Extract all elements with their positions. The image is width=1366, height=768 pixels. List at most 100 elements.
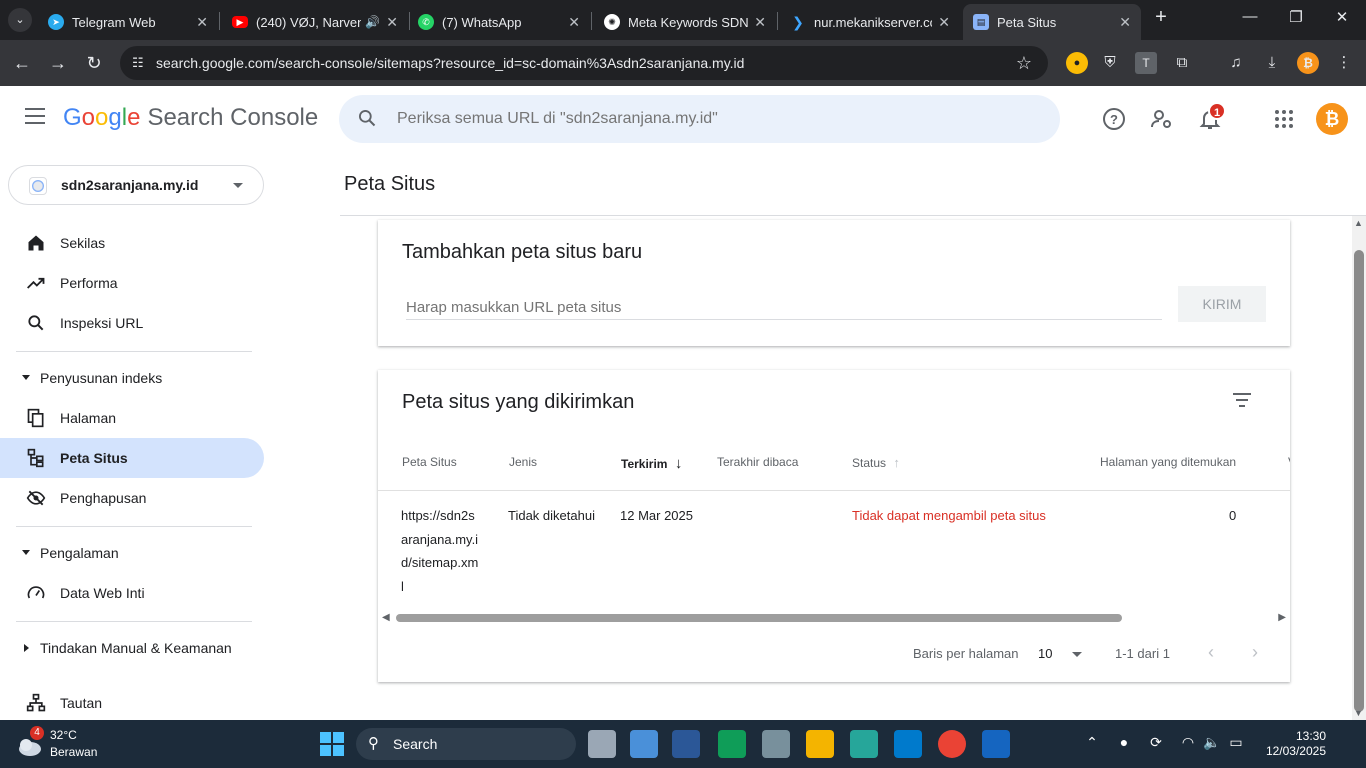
address-bar[interactable]: ☷ search.google.com/search-console/sitem… — [120, 46, 1048, 80]
sidebar-section-experience[interactable]: Pengalaman — [0, 533, 264, 573]
power-automate-icon[interactable] — [718, 730, 746, 758]
scrollbar-thumb[interactable] — [396, 614, 1122, 622]
property-selector[interactable]: sdn2saranjana.my.id — [8, 165, 264, 205]
whatsapp-icon: ✆ — [418, 14, 434, 30]
sidebar-section-indexing[interactable]: Penyusunan indeks — [0, 358, 264, 398]
rows-per-page-label: Baris per halaman — [913, 646, 1019, 661]
bookmark-star-icon[interactable]: ☆ — [1016, 53, 1032, 74]
file-explorer-icon[interactable] — [806, 730, 834, 758]
volume-icon[interactable]: 🔈 — [1202, 734, 1222, 751]
sidebar-item-url-inspection[interactable]: Inspeksi URL — [0, 303, 264, 343]
previous-page-icon[interactable]: ‹ — [1208, 642, 1214, 663]
control-panel-icon[interactable] — [630, 730, 658, 758]
close-window-icon[interactable]: ✕ — [1330, 8, 1354, 26]
scroll-up-icon[interactable]: ▲ — [1354, 218, 1363, 228]
page-title: Peta Situs — [344, 173, 436, 195]
back-icon[interactable]: ← — [11, 52, 33, 74]
submitted-date-cell: 12 Mar 2025 — [620, 508, 693, 523]
close-icon[interactable]: ✕ — [938, 14, 950, 31]
task-view-icon[interactable] — [588, 730, 616, 758]
network-tool-icon[interactable] — [762, 730, 790, 758]
new-tab-icon[interactable]: + — [1149, 6, 1173, 29]
reload-icon[interactable]: ↻ — [83, 52, 105, 74]
search-input[interactable] — [397, 110, 997, 128]
app-tray-icon[interactable]: ● — [1114, 734, 1134, 750]
column-header-submitted[interactable]: Terkirim ↓ — [621, 455, 682, 472]
column-header-sitemap[interactable]: Peta Situs — [402, 455, 457, 469]
url-inspection-search[interactable] — [339, 95, 1060, 143]
column-header-pages-found[interactable]: Halaman yang ditemukan — [1100, 455, 1236, 469]
sidebar-section-security[interactable]: Tindakan Manual & Keamanan — [0, 628, 264, 668]
download-icon[interactable]: ⤓ — [1261, 52, 1283, 74]
minimize-icon[interactable]: — — [1238, 8, 1262, 25]
sidebar-item-sitemaps[interactable]: Peta Situs — [0, 438, 264, 478]
vertical-scrollbar[interactable]: ▲ ▼ — [1352, 216, 1366, 720]
battery-icon[interactable]: ▭ — [1226, 734, 1246, 751]
speaker-icon[interactable]: 🔊 — [365, 15, 380, 29]
windows-start-icon[interactable] — [318, 730, 346, 758]
remote-desktop-icon[interactable] — [982, 730, 1010, 758]
media-control-icon[interactable]: ♫ — [1225, 52, 1247, 74]
user-settings-icon[interactable] — [1150, 107, 1174, 131]
search-console-logo[interactable]: Google Search Console — [63, 104, 318, 132]
scroll-down-icon[interactable]: ▼ — [1354, 708, 1363, 718]
next-page-icon[interactable]: › — [1252, 642, 1258, 663]
page-range: 1-1 dari 1 — [1115, 646, 1170, 661]
column-header-status[interactable]: Status ↑ — [852, 455, 900, 470]
site-settings-icon[interactable]: ☷ — [132, 55, 148, 71]
close-icon[interactable]: ✕ — [754, 14, 766, 31]
account-avatar[interactable]: ₿ — [1316, 103, 1348, 135]
browser-toolbar: ← → ↻ ☷ search.google.com/search-console… — [0, 40, 1366, 86]
tab-whatsapp[interactable]: ✆ (7) WhatsApp ✕ — [408, 4, 590, 40]
sitemap-url-cell[interactable]: https://sdn2s aranjana.my.i d/sitemap.xm… — [401, 504, 485, 598]
tab-mekanikserver[interactable]: ❯ nur.mekanikserver.com ✕ — [780, 4, 960, 40]
extension-1-icon[interactable]: ● — [1066, 52, 1088, 74]
apps-grid-icon[interactable] — [1272, 107, 1296, 131]
horizontal-scrollbar[interactable]: ◀ ▶ — [378, 610, 1290, 626]
tab-telegram[interactable]: ➤ Telegram Web ✕ — [38, 4, 218, 40]
translate-extension-icon[interactable]: T — [1135, 52, 1157, 74]
tab-meta-keywords[interactable]: ✺ Meta Keywords SDN ✕ — [594, 4, 776, 40]
scroll-right-icon[interactable]: ▶ — [1278, 612, 1286, 623]
virtualbox-icon[interactable] — [672, 730, 700, 758]
column-header-last-read[interactable]: Terakhir dibaca — [717, 455, 798, 469]
sidebar-item-performance[interactable]: Performa — [0, 263, 264, 303]
sitemap-url-input[interactable] — [406, 296, 1162, 320]
sync-icon[interactable]: ⟳ — [1146, 734, 1166, 751]
close-icon[interactable]: ✕ — [386, 14, 398, 31]
sidebar-item-overview[interactable]: Sekilas — [0, 223, 264, 263]
browser-menu-icon[interactable]: ⋮ — [1333, 52, 1355, 74]
show-hidden-icons-icon[interactable]: ⌃ — [1082, 734, 1102, 751]
close-icon[interactable]: ✕ — [196, 14, 208, 31]
extensions-puzzle-icon[interactable]: ⧉ — [1171, 52, 1193, 74]
sidebar-item-removals[interactable]: Penghapusan — [0, 478, 264, 518]
sidebar-item-links[interactable]: Tautan — [0, 683, 264, 723]
system-clock[interactable]: 13:30 12/03/2025 — [1266, 729, 1326, 759]
scroll-left-icon[interactable]: ◀ — [382, 612, 390, 623]
column-header-type[interactable]: Jenis — [509, 455, 537, 469]
search-icon: ⚲ — [368, 735, 379, 752]
tab-search-icon[interactable]: ⌄ — [8, 8, 32, 32]
wifi-icon[interactable]: ◠ — [1178, 734, 1198, 751]
chrome-icon[interactable] — [938, 730, 966, 758]
scrollbar-thumb[interactable] — [1354, 250, 1364, 712]
vscode-icon[interactable] — [894, 730, 922, 758]
restore-icon[interactable]: ❐ — [1284, 8, 1308, 26]
submit-button[interactable]: KIRIM — [1178, 286, 1266, 322]
vpn-icon[interactable] — [850, 730, 878, 758]
tab-youtube[interactable]: ▶ (240) VØJ, Narvent 🔊 ✕ — [222, 4, 408, 40]
help-icon[interactable]: ? — [1102, 107, 1126, 131]
profile-avatar-icon[interactable]: ₿ — [1297, 52, 1319, 74]
sidebar-item-pages[interactable]: Halaman — [0, 398, 264, 438]
forward-icon[interactable]: → — [47, 52, 69, 74]
close-icon[interactable]: ✕ — [1119, 14, 1131, 31]
shield-icon[interactable]: ⛨ — [1099, 52, 1121, 74]
search-icon — [359, 110, 376, 127]
close-icon[interactable]: ✕ — [568, 14, 580, 31]
sidebar-item-core-web-vitals[interactable]: Data Web Inti — [0, 573, 264, 613]
tab-peta-situs[interactable]: ▤ Peta Situs ✕ — [963, 4, 1141, 40]
taskbar-search[interactable]: ⚲ Search — [356, 728, 576, 760]
menu-icon[interactable] — [25, 108, 45, 124]
filter-icon[interactable] — [1232, 392, 1252, 408]
rows-per-page-select[interactable]: 10 — [1038, 646, 1083, 661]
